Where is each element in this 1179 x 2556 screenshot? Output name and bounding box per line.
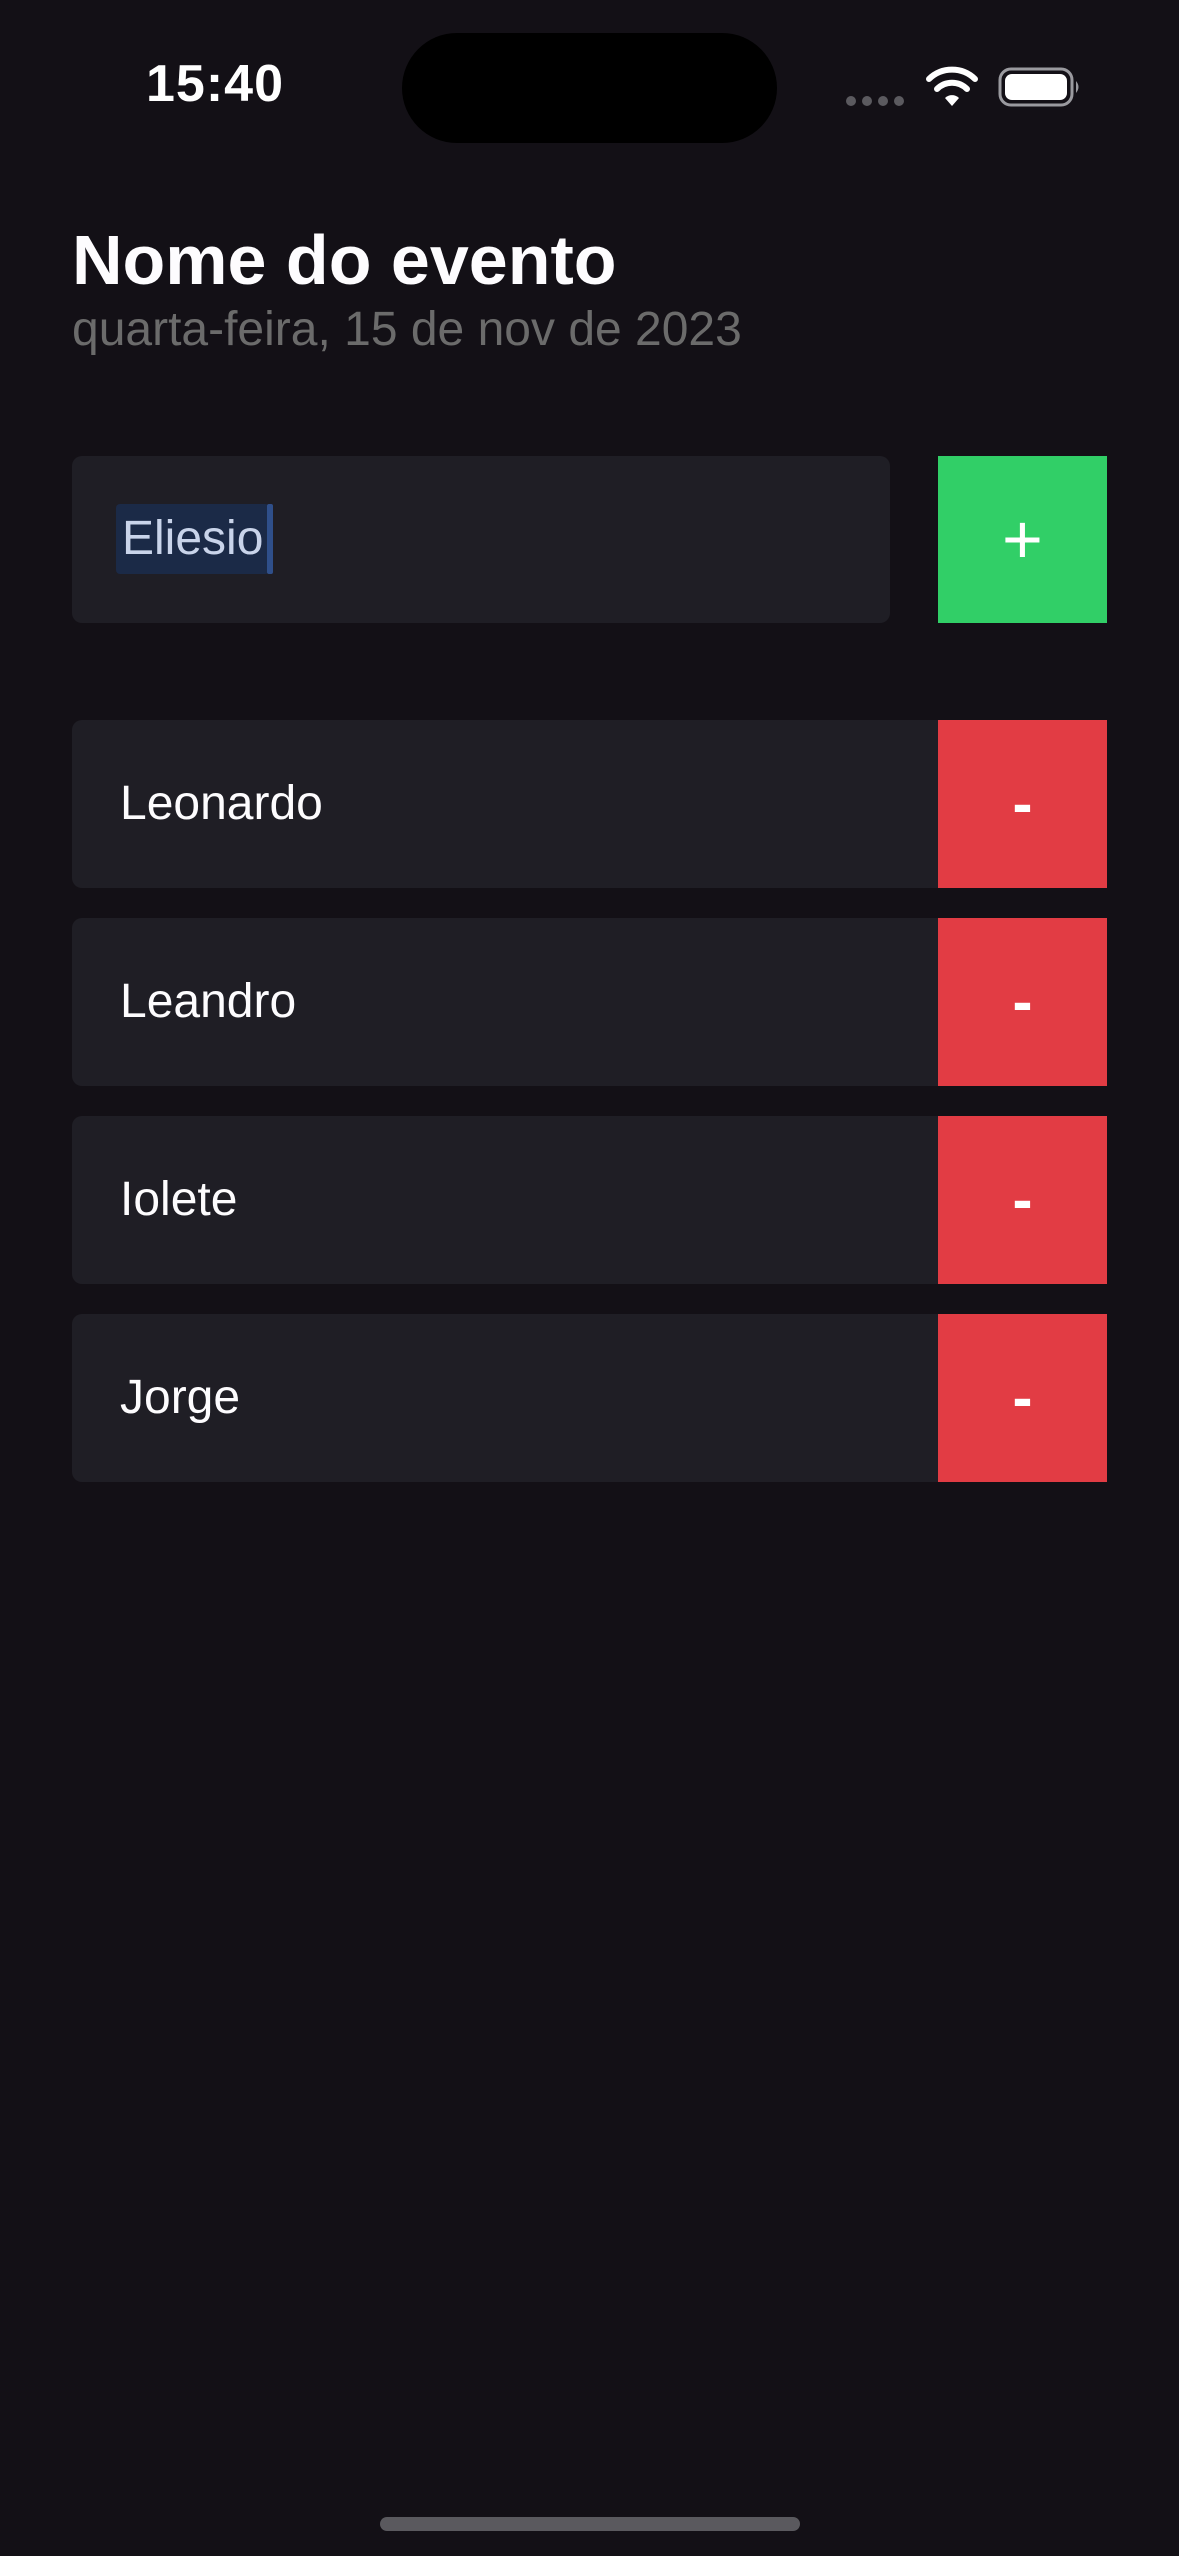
participant-row: Leandro - xyxy=(72,918,1107,1086)
participant-card: Leonardo xyxy=(72,720,938,888)
dynamic-island xyxy=(402,33,777,143)
remove-participant-button[interactable]: - xyxy=(938,1116,1107,1284)
cellular-signal-icon xyxy=(846,96,904,106)
participant-name: Jorge xyxy=(120,1371,241,1424)
participant-row: Jorge - xyxy=(72,1314,1107,1482)
event-date: quarta-feira, 15 de nov de 2023 xyxy=(72,303,742,356)
add-participant-button[interactable]: + xyxy=(938,456,1107,623)
participant-name-input-value: Eliesio xyxy=(116,504,274,574)
participant-name: Leandro xyxy=(120,975,297,1028)
participant-row: Iolete - xyxy=(72,1116,1107,1284)
remove-participant-button[interactable]: - xyxy=(938,918,1107,1086)
participant-name: Iolete xyxy=(120,1173,238,1226)
remove-participant-button[interactable]: - xyxy=(938,720,1107,888)
page-title: Nome do evento xyxy=(72,221,617,299)
status-time: 15:40 xyxy=(146,55,284,113)
participant-card: Leandro xyxy=(72,918,938,1086)
remove-participant-button[interactable]: - xyxy=(938,1314,1107,1482)
participant-card: Jorge xyxy=(72,1314,938,1482)
wifi-icon xyxy=(926,66,978,106)
participant-card: Iolete xyxy=(72,1116,938,1284)
participant-name-input[interactable]: Eliesio xyxy=(72,456,890,623)
participant-row: Leonardo - xyxy=(72,720,1107,888)
participant-name: Leonardo xyxy=(120,777,323,830)
home-indicator[interactable] xyxy=(380,2517,800,2531)
battery-icon xyxy=(998,67,1079,107)
